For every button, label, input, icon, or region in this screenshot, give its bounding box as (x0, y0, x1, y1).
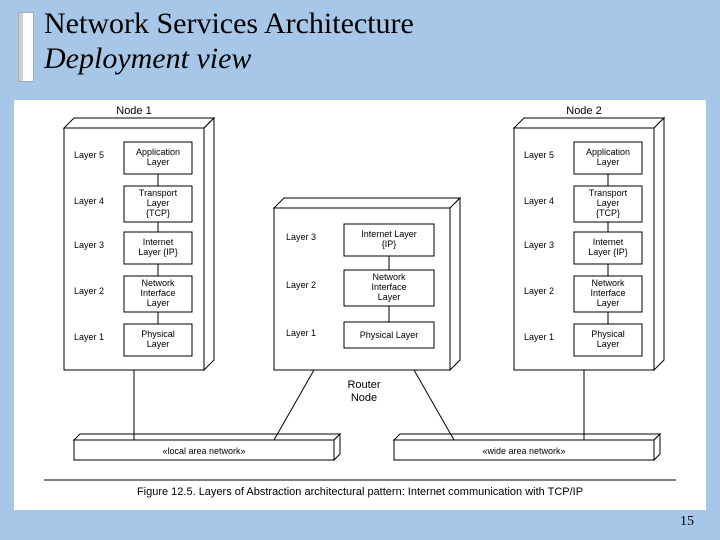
router-l2-label: Layer 2 (286, 280, 316, 290)
n2-l3-label: Layer 3 (524, 240, 554, 250)
router-l2-box2: Interface (371, 282, 406, 292)
n2-l4-label: Layer 4 (524, 196, 554, 206)
lan-label: «local area network» (162, 446, 245, 456)
n2-l4-box2: Layer (597, 198, 620, 208)
router-header: Router (347, 379, 380, 391)
n1-l2-label: Layer 2 (74, 286, 104, 296)
n1-l3-box1: Internet (143, 237, 174, 247)
node2-header: Node 2 (566, 105, 601, 117)
wan-box: «wide area network» (394, 434, 660, 460)
n2-l4-box1: Transport (589, 188, 628, 198)
n1-l4-label: Layer 4 (74, 196, 104, 206)
n2-l1-box2: Layer (597, 339, 620, 349)
n2-l2-box1: Network (591, 278, 625, 288)
slide: Network Services Architecture Deployment… (0, 0, 720, 540)
n1-l3-box2: Layer {IP} (138, 247, 178, 257)
wan-label: «wide area network» (482, 446, 565, 456)
n2-l1-box1: Physical (591, 329, 625, 339)
n1-l1-box1: Physical (141, 329, 175, 339)
router-l3-box2: {IP} (382, 239, 397, 249)
n1-l4-box2: Layer (147, 198, 170, 208)
lan-box: «local area network» (74, 434, 340, 460)
n1-l5-label: Layer 5 (74, 150, 104, 160)
router-l2-box1: Network (372, 272, 406, 282)
n2-l3-box1: Internet (593, 237, 624, 247)
n1-l5-box1: Application (136, 147, 180, 157)
n1-l4-box1: Transport (139, 188, 178, 198)
n2-l5-box1: Application (586, 147, 630, 157)
n1-l1-box2: Layer (147, 339, 170, 349)
figure-area: Node 1 Layer 5 Application Layer Layer 4… (14, 100, 706, 510)
n1-l5-box2: Layer (147, 157, 170, 167)
router-l1-label: Layer 1 (286, 328, 316, 338)
n2-l2-box3: Layer (597, 298, 620, 308)
n1-l2-box1: Network (141, 278, 175, 288)
n1-l3-label: Layer 3 (74, 240, 104, 250)
n1-l4-box3: {TCP} (146, 208, 170, 218)
n2-l3-box2: Layer {IP} (588, 247, 628, 257)
page-number: 15 (680, 514, 694, 530)
n2-l5-label: Layer 5 (524, 150, 554, 160)
router-sub: Node (351, 392, 377, 404)
n2-l5-box2: Layer (597, 157, 620, 167)
node1-header: Node 1 (116, 105, 151, 117)
title-bullet (18, 12, 34, 82)
slide-title: Network Services Architecture Deployment… (44, 6, 414, 77)
router-l3-label: Layer 3 (286, 232, 316, 242)
title-line1: Network Services Architecture (44, 7, 414, 40)
diagram-svg: Node 1 Layer 5 Application Layer Layer 4… (14, 100, 706, 510)
router-l2-box3: Layer (378, 292, 401, 302)
n1-l1-label: Layer 1 (74, 332, 104, 342)
n1-l2-box2: Interface (140, 288, 175, 298)
n1-l2-box3: Layer (147, 298, 170, 308)
n2-l1-label: Layer 1 (524, 332, 554, 342)
n2-l4-box3: {TCP} (596, 208, 620, 218)
router-l3-box1: Internet Layer (361, 229, 417, 239)
title-line2: Deployment view (44, 42, 251, 75)
n2-l2-box2: Interface (590, 288, 625, 298)
figure-caption: Figure 12.5. Layers of Abstraction archi… (137, 486, 583, 498)
n2-l2-label: Layer 2 (524, 286, 554, 296)
router-l1-box1: Physical Layer (360, 330, 419, 340)
